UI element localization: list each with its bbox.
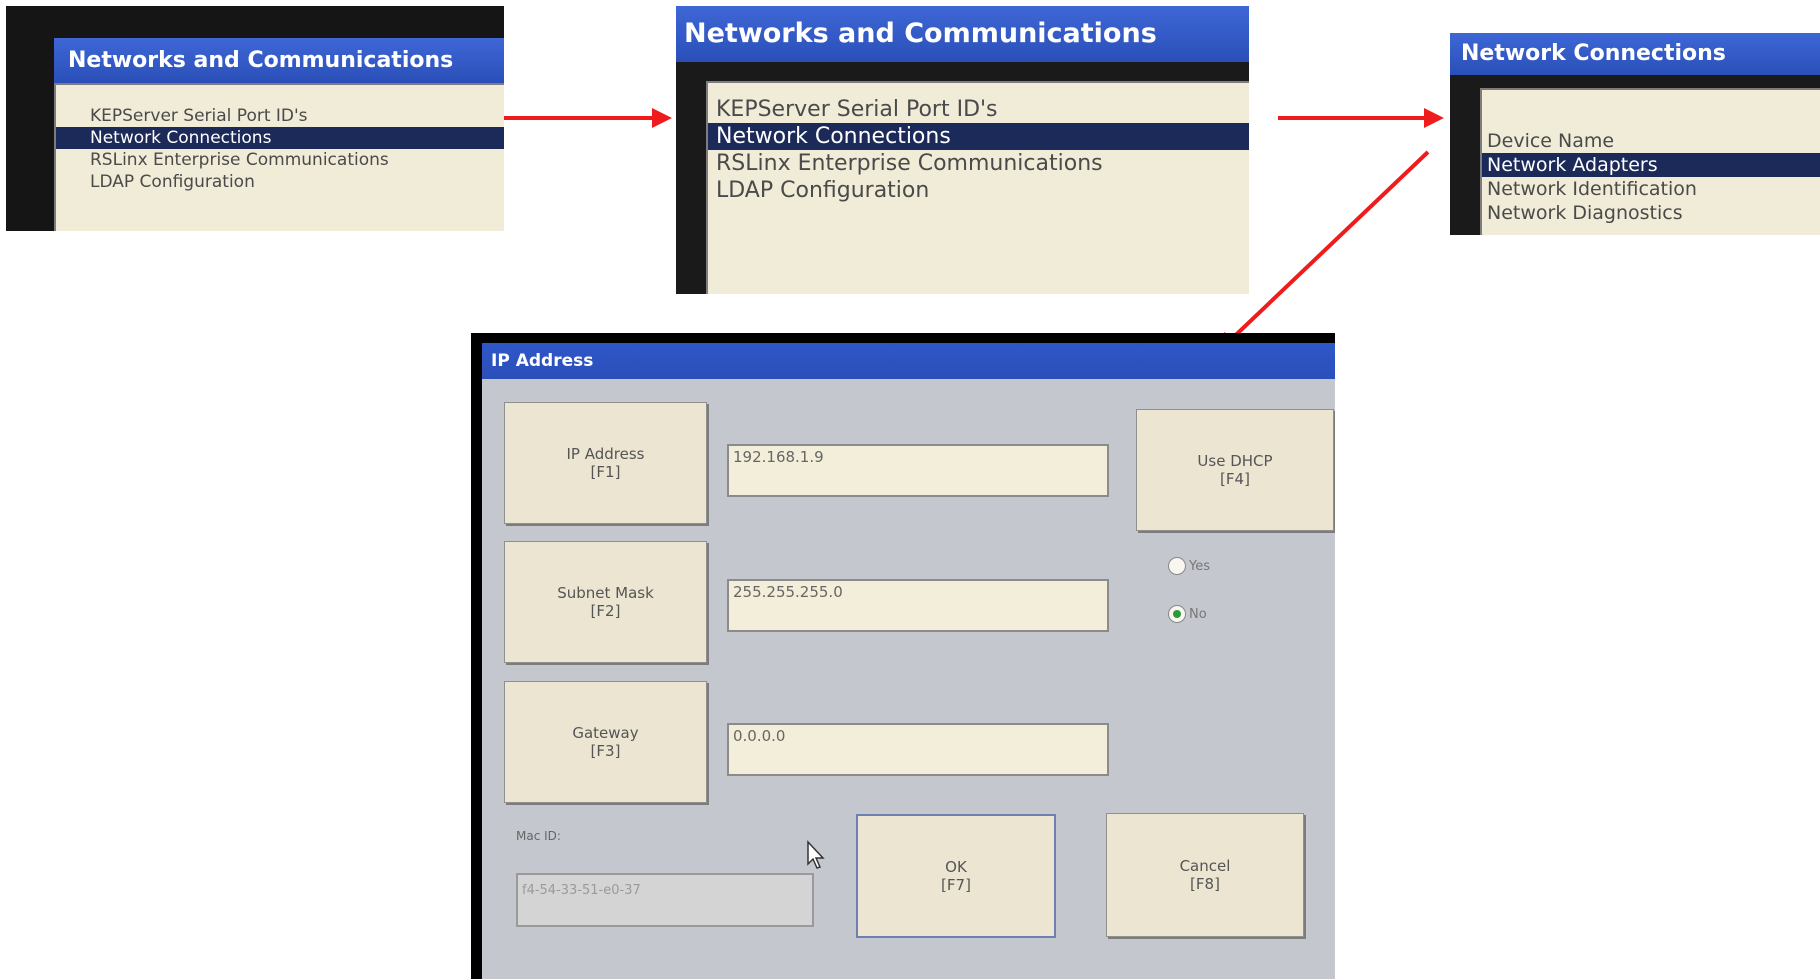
ip-address-button-label: IP Address [566, 445, 645, 463]
ip-address-dialog-screenshot: IP Address IP Address [F1] Subnet Mask [… [471, 333, 1335, 979]
list-item-kepserver-serial-port-ids[interactable]: KEPServer Serial Port ID's [56, 105, 504, 127]
ok-button-label: OK [945, 858, 967, 876]
use-dhcp-button[interactable]: Use DHCP [F4] [1136, 409, 1334, 531]
gateway-button-label: Gateway [572, 724, 639, 742]
cancel-button[interactable]: Cancel [F8] [1106, 813, 1304, 937]
screenshot-networks-and-communications-small: Networks and Communications KEPServer Se… [6, 6, 504, 231]
window-title: Networks and Communications [676, 6, 1249, 62]
gateway-button-key: [F3] [590, 742, 621, 760]
list-item-network-connections[interactable]: Network Connections [708, 123, 1249, 150]
menu-list[interactable]: Device Name Network Adapters Network Ide… [1480, 88, 1820, 235]
use-dhcp-button-label: Use DHCP [1197, 452, 1273, 470]
dhcp-yes-label: Yes [1189, 558, 1210, 574]
dialog-title: IP Address [482, 343, 1335, 379]
radio-checked-icon[interactable] [1168, 605, 1186, 623]
list-item-device-name[interactable]: Device Name [1482, 129, 1820, 153]
list-item-ldap-configuration[interactable]: LDAP Configuration [708, 177, 1249, 204]
dhcp-yes-option[interactable]: Yes [1168, 557, 1210, 575]
ok-button[interactable]: OK [F7] [856, 814, 1056, 938]
mac-id-label: Mac ID: [516, 829, 561, 843]
cancel-button-key: [F8] [1190, 875, 1220, 893]
ok-button-key: [F7] [941, 876, 971, 894]
mouse-cursor-icon [807, 840, 825, 869]
window-title: Network Connections [1450, 33, 1820, 75]
subnet-mask-button-key: [F2] [590, 602, 621, 620]
cancel-button-label: Cancel [1179, 857, 1231, 875]
menu-list[interactable]: KEPServer Serial Port ID's Network Conne… [706, 81, 1249, 294]
subnet-mask-field[interactable]: 255.255.255.0 [727, 579, 1109, 632]
window-title: Networks and Communications [54, 38, 504, 83]
screenshot-network-connections: Network Connections Device Name Network … [1450, 33, 1820, 235]
list-item-rslinx-enterprise-communications[interactable]: RSLinx Enterprise Communications [56, 149, 504, 171]
list-item-network-connections[interactable]: Network Connections [56, 127, 504, 149]
list-item-network-diagnostics[interactable]: Network Diagnostics [1482, 201, 1820, 225]
list-item-network-identification[interactable]: Network Identification [1482, 177, 1820, 201]
subnet-mask-button-label: Subnet Mask [557, 584, 654, 602]
mac-id-field: f4-54-33-51-e0-37 [516, 873, 814, 927]
subnet-mask-button[interactable]: Subnet Mask [F2] [504, 541, 707, 663]
use-dhcp-button-key: [F4] [1220, 470, 1250, 488]
ip-address-dialog: IP Address IP Address [F1] Subnet Mask [… [482, 343, 1335, 979]
list-item-rslinx-enterprise-communications[interactable]: RSLinx Enterprise Communications [708, 150, 1249, 177]
ip-address-button-key: [F1] [590, 463, 621, 481]
dhcp-no-option[interactable]: No [1168, 605, 1207, 623]
list-item-kepserver-serial-port-ids[interactable]: KEPServer Serial Port ID's [708, 96, 1249, 123]
arrow-diagonal-icon [1217, 150, 1430, 353]
ip-address-button[interactable]: IP Address [F1] [504, 402, 707, 524]
radio-unchecked-icon[interactable] [1168, 557, 1186, 575]
screenshot-networks-and-communications-large: Networks and Communications KEPServer Se… [676, 6, 1249, 294]
menu-list[interactable]: KEPServer Serial Port ID's Network Conne… [54, 83, 504, 231]
gateway-button[interactable]: Gateway [F3] [504, 681, 707, 803]
list-item-network-adapters[interactable]: Network Adapters [1482, 153, 1820, 177]
ip-address-field[interactable]: 192.168.1.9 [727, 444, 1109, 497]
gateway-field[interactable]: 0.0.0.0 [727, 723, 1109, 776]
list-item-ldap-configuration[interactable]: LDAP Configuration [56, 171, 504, 193]
dhcp-no-label: No [1189, 606, 1207, 622]
